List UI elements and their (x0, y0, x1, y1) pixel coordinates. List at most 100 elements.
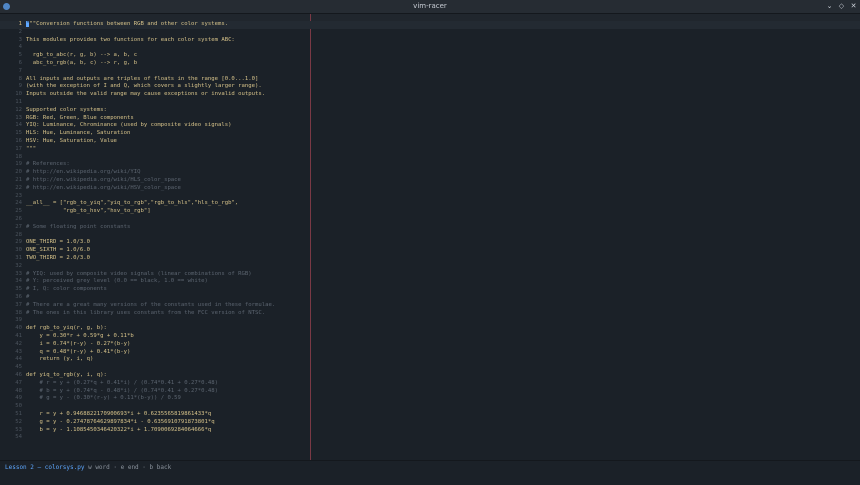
code-line[interactable]: 31 TWO_THIRD = 2.0/3.0 (0, 255, 860, 263)
line-text: # http://en.wikipedia.org/wiki/HLS_color… (26, 177, 181, 183)
line-number: 32 (15, 262, 22, 269)
line-text: rgb_to_abc(r, g, b) --> a, b, c (26, 52, 138, 59)
code-line[interactable]: 41 y = 0.30*r + 0.59*g + 0.11*b (0, 333, 860, 341)
code-line[interactable]: 20 # http://en.wikipedia.org/wiki/YIQ (0, 169, 860, 177)
code-line[interactable]: 23 (0, 193, 860, 201)
line-text: i = 0.74*(r-y) - 0.27*(b-y) (26, 340, 131, 347)
code-line[interactable]: 30 ONE_SIXTH = 1.0/6.0 (0, 247, 860, 255)
line-number: 8 (18, 75, 22, 82)
code-line[interactable]: 18 (0, 154, 860, 162)
code-line[interactable]: 50 (0, 403, 860, 411)
code-line[interactable]: 11 (0, 99, 860, 107)
code-line[interactable]: 10 Inputs outside the valid range may cau… (0, 91, 860, 99)
code-line[interactable]: 17 """ (0, 146, 860, 154)
line-number: 30 (15, 247, 22, 254)
code-line[interactable]: 19 # References: (0, 161, 860, 169)
code-line[interactable]: 26 (0, 216, 860, 224)
code-line[interactable]: 47 # r = y + (0.27*q + 0.41*i) / (0.74*0… (0, 380, 860, 388)
code-line[interactable]: 27 # Some floating point constants (0, 224, 860, 232)
line-number: 4 (18, 44, 22, 51)
code-line[interactable]: 46 def yiq_to_rgb(y, i, q): (0, 372, 860, 380)
line-text: # Some floating point constants (26, 223, 131, 230)
code-line[interactable]: 44 return (y, i, q) (0, 356, 860, 364)
code-line[interactable]: 54 (0, 434, 860, 442)
code-line[interactable]: 36 # (0, 294, 860, 302)
line-number: 47 (15, 379, 22, 386)
code-line[interactable]: 15 HLS: Hue, Luminance, Saturation (0, 130, 860, 138)
code-line[interactable]: 35 # I, Q: color components (0, 286, 860, 294)
code-line[interactable]: 2 (0, 29, 860, 37)
code-line[interactable]: 32 (0, 263, 860, 271)
code-line[interactable]: 24 __all__ = ["rgb_to_yiq","yiq_to_rgb","… (0, 200, 860, 208)
line-number: 18 (15, 153, 22, 160)
text-cursor: " (26, 21, 30, 27)
line-number: 21 (15, 177, 22, 183)
code-line[interactable]: 45 (0, 364, 860, 372)
line-number: 2 (18, 28, 22, 35)
line-number: 50 (15, 403, 22, 410)
code-line[interactable]: 38 # The ones in this library uses consta… (0, 310, 860, 318)
code-line[interactable]: 5 rgb_to_abc(r, g, b) --> a, b, c (0, 52, 860, 60)
line-number: 9 (18, 83, 22, 90)
code-line[interactable]: 25 "rgb_to_hsv","hsv_to_rgb"] (0, 208, 860, 216)
line-text: # The ones in this library uses constant… (26, 309, 266, 316)
line-number: 3 (18, 36, 22, 43)
code-line[interactable]: 4 (0, 44, 860, 52)
code-editor[interactable]: 1 """Conversion functions between RGB and… (0, 14, 860, 460)
code-line[interactable]: 28 (0, 232, 860, 240)
line-text: q = 0.48*(r-y) + 0.41*(b-y) (26, 348, 131, 355)
code-line[interactable]: 39 (0, 317, 860, 325)
line-number: 35 (15, 286, 22, 293)
line-number: 45 (15, 364, 22, 371)
code-line[interactable]: 6 abc_to_rgb(a, b, c) --> r, g, b (0, 60, 860, 68)
code-line[interactable]: 7 (0, 68, 860, 76)
maximize-icon[interactable]: ◇ (837, 2, 846, 11)
code-line[interactable]: 49 # g = y - (0.30*(r-y) + 0.11*(b-y)) /… (0, 395, 860, 403)
line-text: # References: (26, 161, 70, 168)
line-number: 33 (15, 270, 22, 277)
line-text: # b = y + (0.74*q - 0.48*i) / (0.74*0.41… (26, 387, 218, 394)
window-title: vim-racer (413, 2, 447, 10)
line-number: 34 (15, 278, 22, 285)
code-line[interactable]: 40 def rgb_to_yiq(r, g, b): (0, 325, 860, 333)
code-line[interactable]: 53 b = y - 1.1085450346420322*i + 1.7090… (0, 427, 860, 435)
code-line[interactable]: 9 (with the exception of I and Q, which c… (0, 83, 860, 91)
line-number: 28 (15, 231, 22, 238)
close-icon[interactable]: ✕ (849, 2, 858, 11)
code-line[interactable]: 51 r = y + 0.9468822170900693*i + 0.6235… (0, 411, 860, 419)
code-line[interactable]: 52 g = y - 0.27478764629897834*i - 0.635… (0, 419, 860, 427)
lesson-label: Lesson 2 — colorsys.py (5, 464, 85, 471)
line-text: def yiq_to_rgb(y, i, q): (26, 372, 107, 378)
line-text: TWO_THIRD = 2.0/3.0 (26, 255, 90, 261)
line-text: HSV: Hue, Saturation, Value (26, 138, 117, 144)
code-line[interactable]: 37 # There are a great many versions of t… (0, 302, 860, 310)
code-line[interactable]: 14 YIQ: Luminance, Chrominance (used by c… (0, 122, 860, 130)
line-text: # http://en.wikipedia.org/wiki/HSV_color… (26, 184, 181, 191)
line-text: ONE_SIXTH = 1.0/6.0 (26, 247, 90, 254)
code-line[interactable]: 12 Supported color systems: (0, 107, 860, 115)
code-line[interactable]: 1 """Conversion functions between RGB and… (0, 21, 860, 29)
minimize-icon[interactable]: ⌄ (825, 2, 834, 11)
code-line[interactable]: 21 # http://en.wikipedia.org/wiki/HLS_col… (0, 177, 860, 185)
status-bar: Lesson 2 — colorsys.py w word · e end · … (0, 460, 860, 485)
code-line[interactable]: 29 ONE_THIRD = 1.0/3.0 (0, 239, 860, 247)
code-line[interactable]: 34 # Y: perceived grey level (0.0 == blac… (0, 278, 860, 286)
line-number: 29 (15, 239, 22, 246)
code-line[interactable]: 3 This modules provides two functions for… (0, 37, 860, 45)
line-text: g = y - 0.27478764629897834*i - 0.635691… (26, 418, 215, 425)
line-number: 42 (15, 340, 22, 347)
code-line[interactable]: 13 RGB: Red, Green, Blue components (0, 115, 860, 123)
code-line[interactable]: 43 q = 0.48*(r-y) + 0.41*(b-y) (0, 349, 860, 357)
line-number: 37 (15, 301, 22, 308)
code-line[interactable]: 48 # b = y + (0.74*q - 0.48*i) / (0.74*0… (0, 388, 860, 396)
line-number: 27 (15, 223, 22, 230)
window-controls: ⌄ ◇ ✕ (825, 0, 858, 13)
line-text: This modules provides two functions for … (26, 36, 235, 43)
code-line[interactable]: 22 # http://en.wikipedia.org/wiki/HSV_col… (0, 185, 860, 193)
line-number: 40 (15, 325, 22, 332)
code-line[interactable]: 42 i = 0.74*(r-y) - 0.27*(b-y) (0, 341, 860, 349)
code-line[interactable]: 16 HSV: Hue, Saturation, Value (0, 138, 860, 146)
code-line[interactable]: 8 All inputs and outputs are triples of f… (0, 76, 860, 84)
line-number: 39 (15, 317, 22, 324)
code-line[interactable]: 33 # YIQ: used by composite video signals… (0, 271, 860, 279)
